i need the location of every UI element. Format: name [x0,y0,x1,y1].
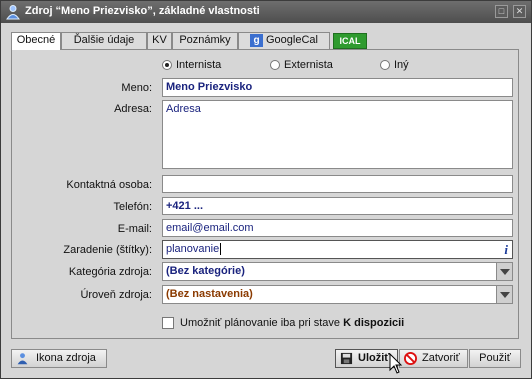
category-label: Kategória zdroja: [68,266,152,278]
resource-properties-window: Zdroj “Meno Priezvisko”, základné vlastn… [0,0,532,379]
no-entry-icon [404,352,417,365]
mouse-pointer-icon [389,353,403,374]
radio-dot [380,60,390,70]
text-caret [220,243,222,255]
phone-field[interactable]: +421 ... [162,197,513,215]
tab-more-data[interactable]: Ďalšie údaje [61,32,147,49]
contact-field[interactable] [162,175,513,193]
person-icon [6,5,20,20]
email-value: email@email.com [166,222,254,234]
google-icon: g [250,33,263,47]
contact-label: Kontaktná osoba: [66,179,152,191]
floppy-disk-icon [340,352,353,365]
address-label: Adresa: [114,103,152,115]
address-field[interactable]: Adresa [162,100,513,169]
tab-general[interactable]: Obecné [11,32,61,50]
category-select[interactable]: (Bez kategórie) [162,262,513,281]
phone-label: Telefón: [113,201,152,213]
person-icon [17,353,28,365]
close-icon[interactable]: ✕ [513,5,526,18]
use-button[interactable]: Použiť [469,349,521,368]
title-bar[interactable]: Zdroj “Meno Priezvisko”, základné vlastn… [1,1,531,23]
phone-value: +421 ... [166,200,204,212]
radio-dot [270,60,280,70]
name-label: Meno: [121,82,152,94]
close-button[interactable]: Zatvoriť [399,349,468,368]
tags-label: Zaradenie (štítky): [63,244,152,256]
restore-icon[interactable]: □ [495,5,508,18]
resource-icon-button[interactable]: Ikona zdroja [11,349,107,368]
tab-googlecal[interactable]: g GoogleCal [238,32,330,49]
name-field[interactable]: Meno Priezvisko [162,78,513,97]
planning-checkbox[interactable] [162,317,174,329]
tab-notes[interactable]: Poznámky [172,32,238,49]
address-value: Adresa [166,103,201,115]
tab-kv[interactable]: KV [147,32,172,49]
tags-value: planovanie [166,243,220,255]
tags-field[interactable]: planovanie i [162,240,513,259]
chevron-down-icon[interactable] [496,263,512,280]
email-label: E-mail: [117,223,152,235]
level-select[interactable]: (Bez nastavenia) [162,285,513,304]
category-value: (Bez kategórie) [166,265,245,277]
window-title: Zdroj “Meno Priezvisko”, základné vlastn… [25,5,260,17]
email-field[interactable]: email@email.com [162,219,513,237]
level-label: Úroveň zdroja: [80,289,152,301]
planning-checkbox-label: Umožniť plánovanie iba pri stave K dispo… [180,317,405,329]
name-value: Meno Priezvisko [166,81,253,93]
tab-ical[interactable]: ICAL [333,33,367,49]
general-panel: Internista Externista Iný Meno: Meno Pri… [11,49,519,339]
radio-dot [162,60,172,70]
info-icon[interactable]: i [504,242,508,258]
level-value: (Bez nastavenia) [166,288,253,300]
chevron-down-icon[interactable] [496,286,512,303]
